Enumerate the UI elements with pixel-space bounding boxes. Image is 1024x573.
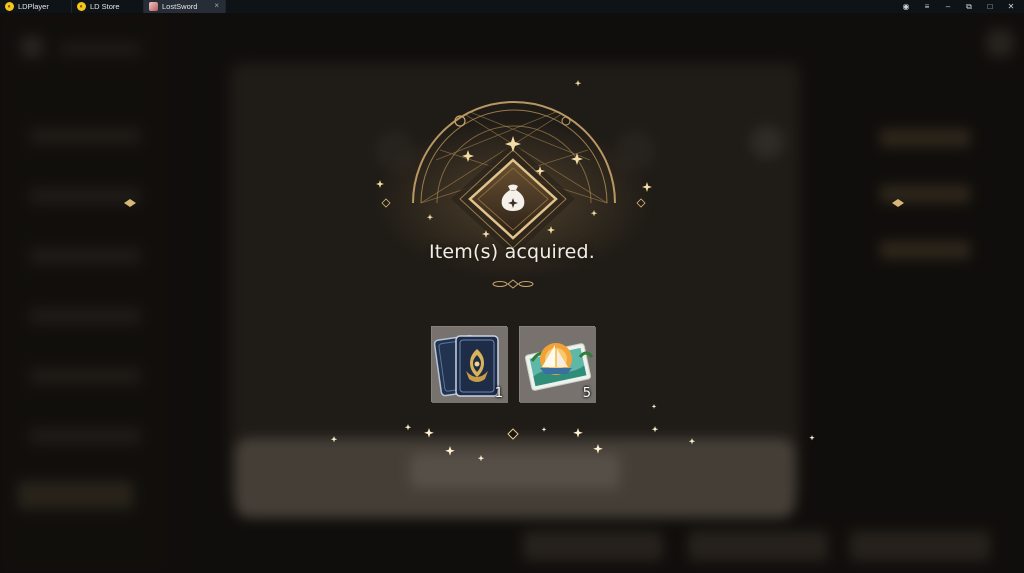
window-controls: ◉ ≡ – ⧉ □ ✕ bbox=[901, 0, 1024, 13]
menu-icon[interactable]: ≡ bbox=[922, 2, 932, 11]
screenshot-icon[interactable]: ⧉ bbox=[964, 2, 974, 12]
maximize-icon[interactable]: □ bbox=[985, 2, 995, 11]
popup-title: Item(s) acquired. bbox=[428, 241, 596, 263]
ticket-item[interactable]: 5 bbox=[519, 326, 596, 403]
item-quantity: 5 bbox=[582, 386, 591, 401]
account-icon[interactable]: ◉ bbox=[901, 2, 911, 11]
popup-frame-decoration bbox=[124, 80, 904, 462]
tab-label: LostSword bbox=[162, 2, 198, 11]
close-icon[interactable]: ✕ bbox=[1006, 2, 1016, 11]
card-pack-item[interactable]: 1 bbox=[431, 326, 508, 403]
item-quantity: 1 bbox=[494, 386, 503, 401]
tab-lostsword[interactable]: LostSword × bbox=[144, 0, 226, 13]
ldstore-logo-icon: ◐ bbox=[77, 2, 86, 11]
tab-label: LD Store bbox=[90, 2, 120, 11]
tab-close-icon[interactable]: × bbox=[214, 1, 219, 10]
tab-ldplayer[interactable]: ◐ LDPlayer bbox=[0, 0, 72, 13]
tab-ld-store[interactable]: ◐ LD Store bbox=[72, 0, 144, 13]
emulator-tab-bar: ◐ LDPlayer ◐ LD Store LostSword × ◉ ≡ – … bbox=[0, 0, 1024, 13]
ldplayer-logo-icon: ◐ bbox=[5, 2, 14, 11]
tab-label: LDPlayer bbox=[18, 2, 49, 11]
pouch-icon bbox=[501, 184, 525, 211]
reward-popup[interactable]: Item(s) acquired. 1 5 bbox=[0, 0, 1024, 573]
lostsword-app-icon bbox=[149, 2, 158, 11]
minimize-icon[interactable]: – bbox=[943, 2, 953, 11]
